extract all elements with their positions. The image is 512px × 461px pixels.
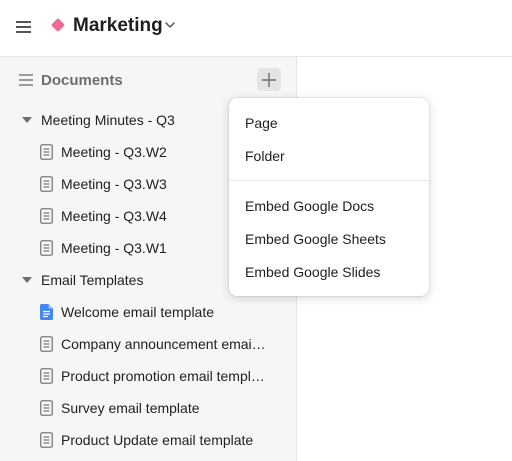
add-menu: Page Folder Embed Google Docs Embed Goog… <box>229 98 429 296</box>
workspace-title[interactable]: Marketing <box>73 15 163 37</box>
caret-down-icon[interactable] <box>22 117 32 123</box>
menu-item-page[interactable]: Page <box>229 107 429 139</box>
chevron-down-icon[interactable] <box>163 18 177 32</box>
menu-item-folder[interactable]: Folder <box>229 140 429 172</box>
menu-item-embed-google-sheets[interactable]: Embed Google Sheets <box>229 223 429 255</box>
add-document-button[interactable] <box>257 68 281 91</box>
menu-item-label: Folder <box>245 148 285 164</box>
caret-down-icon[interactable] <box>22 277 32 283</box>
document-icon <box>40 144 53 160</box>
menu-item-label: Embed Google Sheets <box>245 231 386 247</box>
document-icon <box>40 400 53 416</box>
diamond-icon <box>50 17 66 33</box>
menu-item-label: Page <box>245 115 278 131</box>
document-label: Survey email template <box>61 400 200 416</box>
list-item[interactable]: Welcome email template <box>0 296 297 328</box>
menu-item-embed-google-docs[interactable]: Embed Google Docs <box>229 190 429 222</box>
plus-icon <box>261 72 277 88</box>
list-icon <box>19 74 33 86</box>
list-item[interactable]: Product promotion email template <box>0 360 297 392</box>
google-docs-icon <box>40 304 53 320</box>
list-item[interactable]: Survey email template <box>0 392 297 424</box>
list-item[interactable]: Product Update email template <box>0 424 297 456</box>
document-label: Company announcement email template <box>61 336 266 352</box>
folder-label: Meeting Minutes - Q3 <box>41 112 175 128</box>
document-icon <box>40 432 53 448</box>
documents-header: Documents <box>0 57 297 103</box>
document-icon <box>40 176 53 192</box>
document-label: Welcome email template <box>61 304 215 320</box>
menu-item-label: Embed Google Docs <box>245 198 375 214</box>
document-icon <box>40 240 53 256</box>
hamburger-menu-icon[interactable] <box>16 20 32 34</box>
menu-divider <box>229 180 429 181</box>
document-icon <box>40 368 53 384</box>
document-icon <box>40 336 53 352</box>
menu-item-embed-google-slides[interactable]: Embed Google Slides <box>229 256 429 288</box>
document-label: Product promotion email template <box>61 368 266 384</box>
document-label: Product Update email template <box>61 432 254 448</box>
top-bar: Marketing <box>0 0 512 57</box>
list-item[interactable]: Company announcement email template <box>0 328 297 360</box>
menu-item-label: Embed Google Slides <box>245 264 381 280</box>
folder-label: Email Templates <box>41 272 144 288</box>
document-icon <box>40 208 53 224</box>
documents-title: Documents <box>41 72 123 89</box>
